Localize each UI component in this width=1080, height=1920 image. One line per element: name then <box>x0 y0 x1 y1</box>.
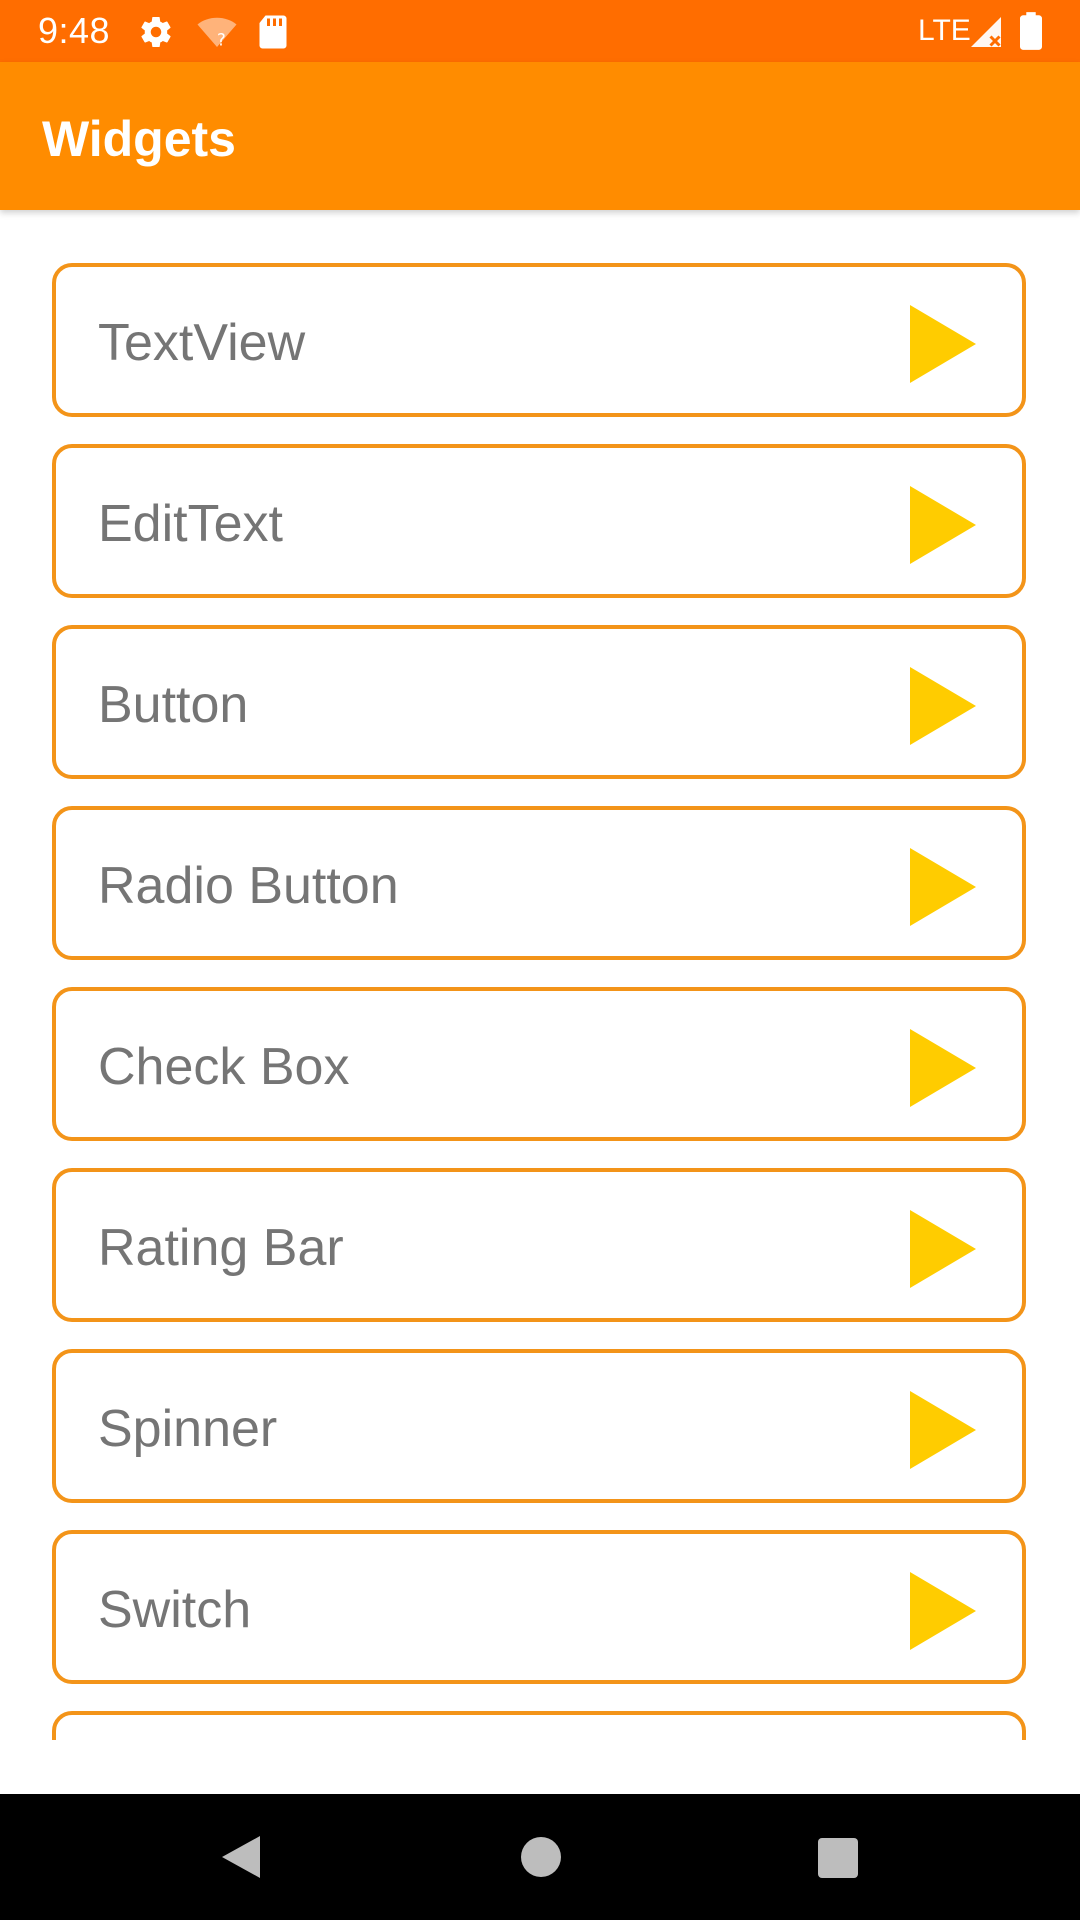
list-item-label: Radio Button <box>98 857 399 915</box>
wifi-question-icon: ? <box>196 14 238 55</box>
play-arrow-icon <box>908 1208 978 1290</box>
navigation-bar <box>0 1794 1080 1920</box>
sd-card-icon <box>258 14 288 55</box>
list-item-label: Switch <box>98 1581 252 1639</box>
list-item[interactable]: EditText <box>52 444 1026 598</box>
recents-icon[interactable] <box>816 1832 860 1887</box>
svg-text:?: ? <box>217 31 226 50</box>
list-item[interactable]: Spinner <box>52 1349 1026 1503</box>
back-icon[interactable] <box>216 1832 264 1887</box>
status-bar: 9:48 ? LTE <box>0 0 1080 62</box>
app-bar: Widgets <box>0 62 1080 210</box>
list-item[interactable]: TextView <box>52 263 1026 417</box>
play-arrow-icon <box>908 303 978 385</box>
page-title: Widgets <box>42 111 236 167</box>
list-item[interactable]: Radio Button <box>52 806 1026 960</box>
list-item-label: EditText <box>98 495 283 553</box>
play-arrow-icon <box>908 846 978 928</box>
list-item[interactable]: Check Box <box>52 987 1026 1141</box>
list-item[interactable]: Rating Bar <box>52 1168 1026 1322</box>
widget-list[interactable]: TextView EditText Button Radio Button Check … <box>0 210 1080 1740</box>
list-item-label: TextView <box>98 314 306 372</box>
list-item-label: Check Box <box>98 1038 350 1096</box>
gear-icon <box>138 14 174 55</box>
battery-icon <box>1020 12 1042 55</box>
network-type: LTE <box>918 14 971 47</box>
list-item-label: Button <box>98 676 249 734</box>
list-item-label: Rating Bar <box>98 1219 344 1277</box>
status-time: 9:48 <box>38 10 111 51</box>
home-icon[interactable] <box>516 1832 566 1887</box>
play-arrow-icon <box>908 1389 978 1471</box>
list-item[interactable] <box>52 1711 1026 1740</box>
list-item[interactable]: Switch <box>52 1530 1026 1684</box>
play-arrow-icon <box>908 484 978 566</box>
list-item[interactable]: Button <box>52 625 1026 779</box>
play-arrow-icon <box>908 1570 978 1652</box>
play-arrow-icon <box>908 665 978 747</box>
list-item-label: Spinner <box>98 1400 278 1458</box>
signal-icon <box>968 14 1004 55</box>
widget-list-items: TextView EditText Button Radio Button Check … <box>52 263 1026 1740</box>
play-arrow-icon <box>908 1027 978 1109</box>
